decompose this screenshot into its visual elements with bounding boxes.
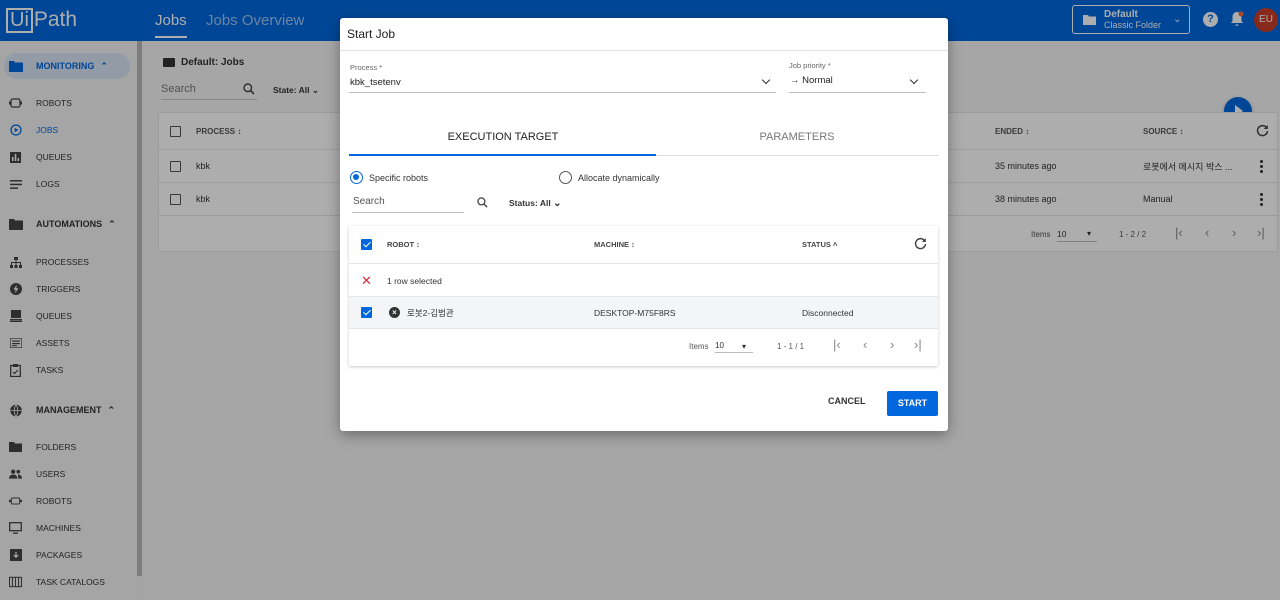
clear-selection-icon[interactable]: ✕ [361, 274, 372, 287]
tab-parameters[interactable]: PARAMETERS [644, 131, 950, 143]
pager-range: 1 - 1 / 1 [777, 342, 805, 351]
pager-items-select[interactable]: 10 [715, 341, 753, 353]
radio-specific-robots[interactable] [350, 171, 363, 184]
disconnected-status-icon: × [389, 307, 400, 318]
next-page-icon[interactable]: › [890, 337, 894, 352]
radio-allocate-dynamically-label[interactable]: Allocate dynamically [578, 173, 660, 183]
caret-down-icon: ▾ [742, 342, 747, 351]
start-button[interactable]: START [887, 391, 938, 416]
cell-status: Disconnected [802, 308, 854, 318]
selection-bar: ✕ 1 row selected [349, 264, 938, 297]
search-underline [352, 212, 464, 213]
cell-machine: DESKTOP-M75F8RS [594, 308, 676, 318]
table-header: ROBOT ↕ MACHINE ↕ STATUS ˄ [349, 226, 938, 264]
column-robot[interactable]: ROBOT ↕ [387, 240, 420, 249]
priority-underline [789, 92, 926, 93]
process-select[interactable]: kbk_tsetenv [350, 77, 401, 88]
tab-execution-target[interactable]: EXECUTION TARGET [350, 131, 656, 143]
search-icon[interactable] [477, 197, 488, 208]
select-all-checkbox[interactable] [361, 239, 372, 250]
priority-value: Normal [802, 75, 833, 86]
pager-items-label: Items [689, 342, 709, 351]
priority-select[interactable]: → Normal [790, 75, 833, 86]
first-page-icon[interactable]: |‹ [833, 337, 841, 352]
chevron-down-icon: ⌄ [553, 198, 562, 209]
process-underline [349, 92, 776, 93]
selection-count: 1 row selected [387, 276, 442, 286]
cancel-button[interactable]: CANCEL [828, 396, 866, 406]
chevron-down-icon[interactable] [761, 75, 771, 85]
table-row[interactable]: × 로봇2-김범관 DESKTOP-M75F8RS Disconnected [349, 297, 938, 329]
status-filter[interactable]: Status: All ⌄ [509, 198, 561, 209]
radio-specific-robots-label[interactable]: Specific robots [369, 173, 428, 183]
robots-table: ROBOT ↕ MACHINE ↕ STATUS ˄ ✕ 1 row selec… [349, 226, 938, 366]
column-machine[interactable]: MACHINE ↕ [594, 240, 635, 249]
dialog-title: Start Job [347, 27, 396, 41]
chevron-down-icon[interactable] [909, 75, 919, 85]
start-job-dialog: Start Job Process * kbk_tsetenv Job prio… [340, 18, 948, 431]
priority-label: Job priority * [789, 61, 831, 70]
status-filter-label: Status: All [509, 198, 551, 208]
process-label: Process * [350, 63, 383, 72]
cell-robot: 로봇2-김범관 [407, 308, 454, 318]
robot-search-input[interactable]: Search [353, 196, 385, 207]
radio-allocate-dynamically[interactable] [559, 171, 572, 184]
arrow-right-icon: → [790, 75, 800, 86]
column-status[interactable]: STATUS ˄ [802, 240, 837, 249]
divider [340, 50, 948, 51]
last-page-icon[interactable]: ›| [914, 337, 922, 352]
row-checkbox[interactable] [361, 307, 372, 318]
refresh-icon[interactable] [914, 237, 927, 250]
prev-page-icon[interactable]: ‹ [863, 337, 867, 352]
tab-indicator [349, 154, 656, 156]
